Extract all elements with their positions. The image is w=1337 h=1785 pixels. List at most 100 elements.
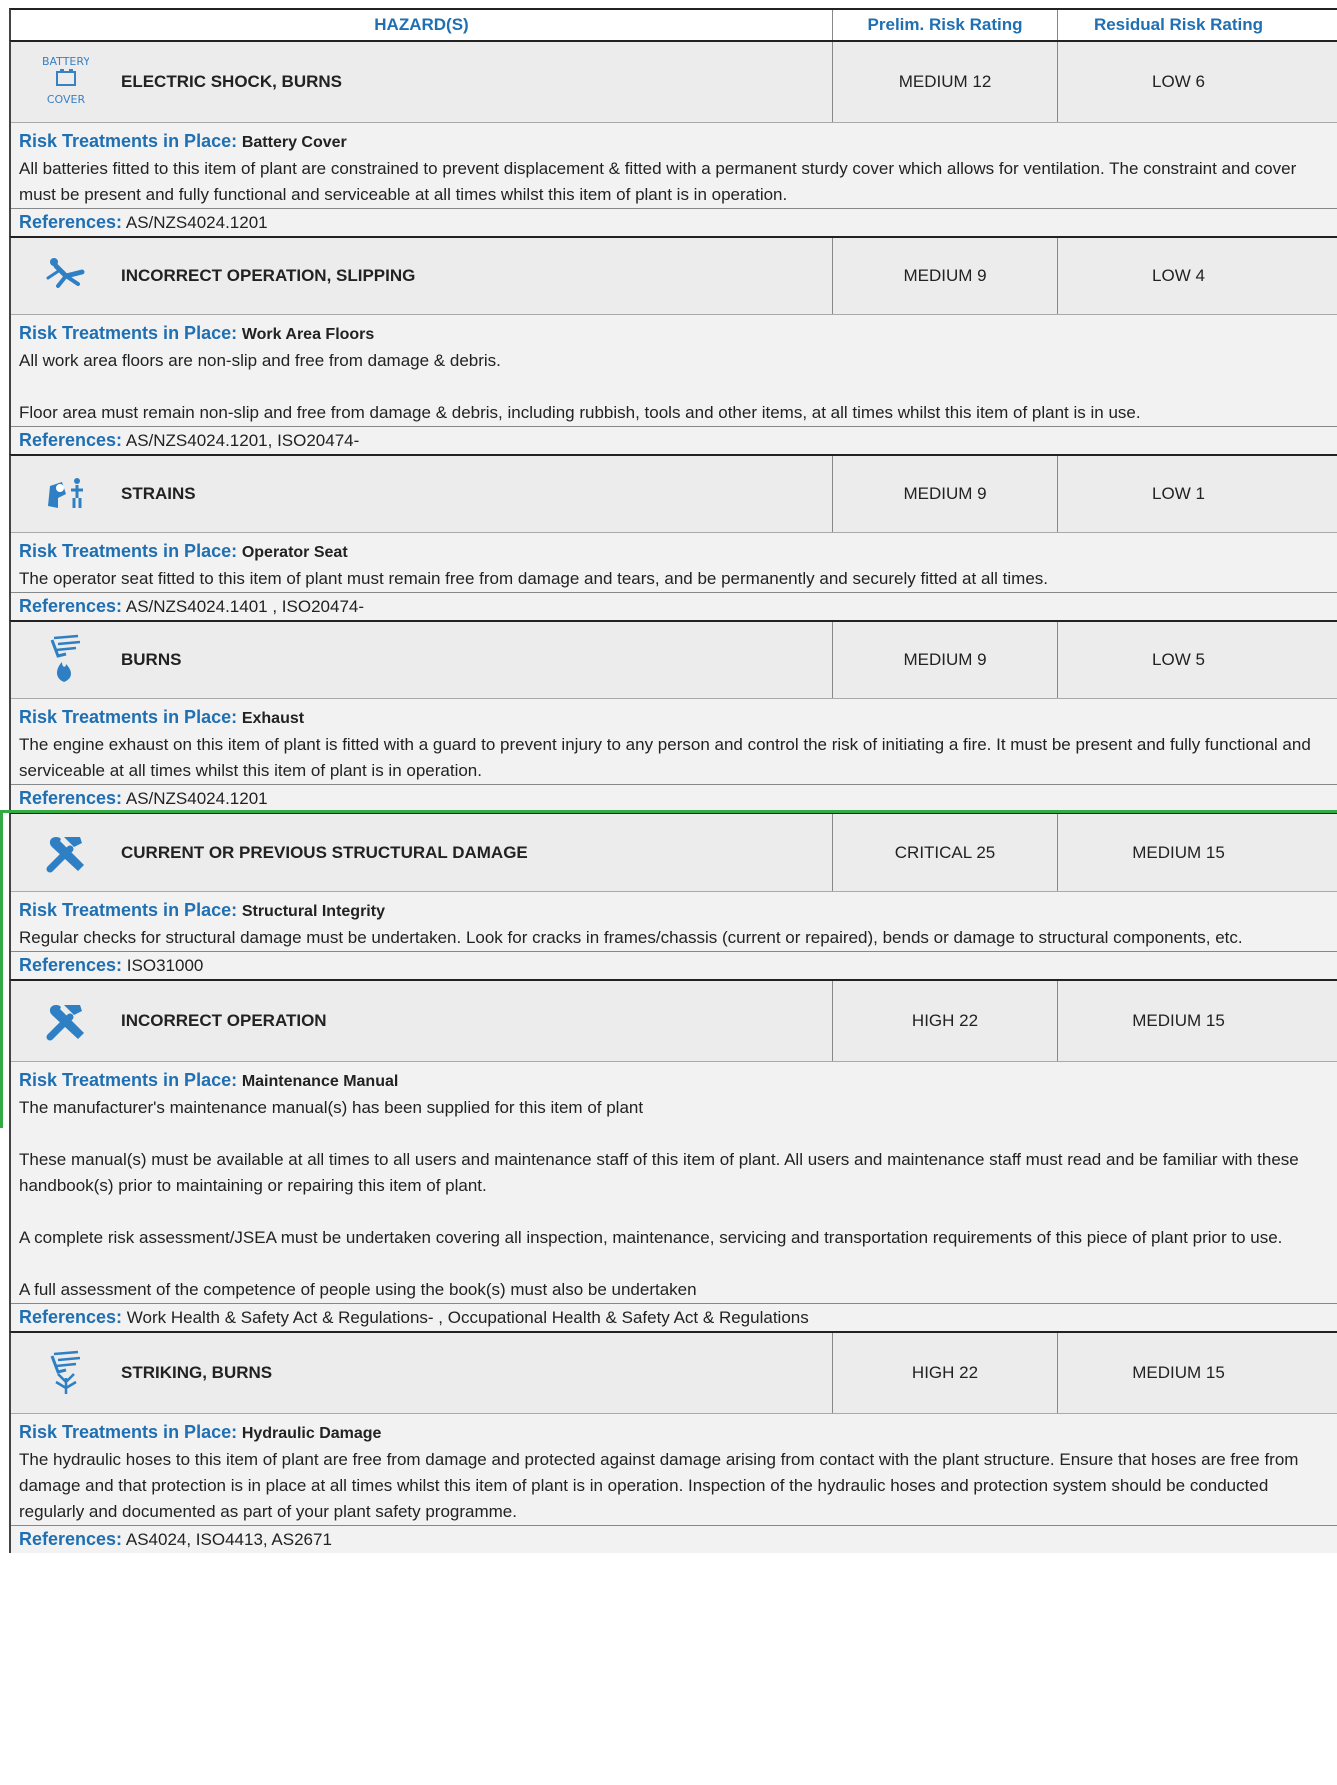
references-label: References: bbox=[19, 1529, 123, 1549]
residual-risk-rating: LOW 1 bbox=[1057, 456, 1299, 532]
hazard-row: STRIKING, BURNS HIGH 22 MEDIUM 15 bbox=[11, 1333, 1337, 1414]
references-label: References: bbox=[19, 212, 123, 232]
prelim-risk-rating: MEDIUM 9 bbox=[832, 456, 1057, 532]
header-prelim-rating: Prelim. Risk Rating bbox=[832, 10, 1057, 40]
references-value: Work Health & Safety Act & Regulations- … bbox=[126, 1308, 809, 1327]
treatment-name: Structural Integrity bbox=[241, 903, 385, 920]
strain-person-icon bbox=[11, 476, 121, 512]
residual-risk-rating: LOW 5 bbox=[1057, 622, 1299, 698]
hazard-block: STRAINS MEDIUM 9 LOW 1 Risk Treatments i… bbox=[9, 454, 1337, 620]
treatment-paragraph: Floor area must remain non-slip and free… bbox=[19, 403, 1141, 422]
hazard-block: STRIKING, BURNS HIGH 22 MEDIUM 15 Risk T… bbox=[9, 1331, 1337, 1553]
hazard-block: INCORRECT OPERATION HIGH 22 MEDIUM 15 Ri… bbox=[9, 979, 1337, 1331]
table-header: HAZARD(S) Prelim. Risk Rating Residual R… bbox=[9, 8, 1337, 40]
hand-spray-icon bbox=[11, 1350, 121, 1396]
hazard-list: BATTERY COVER ELECTRIC SHOCK, BURNS MEDI… bbox=[9, 40, 1337, 1553]
tools-icon bbox=[11, 999, 121, 1043]
treatment-label: Risk Treatments in Place: bbox=[19, 323, 238, 343]
references-value: AS/NZS4024.1201 bbox=[125, 213, 268, 232]
references-label: References: bbox=[19, 955, 123, 975]
treatment-paragraph: The engine exhaust on this item of plant… bbox=[19, 735, 1311, 780]
hazard-row: INCORRECT OPERATION, SLIPPING MEDIUM 9 L… bbox=[11, 238, 1337, 315]
treatment-name: Battery Cover bbox=[241, 134, 347, 151]
treatment-paragraph: All work area floors are non-slip and fr… bbox=[19, 351, 501, 370]
hazard-block: CURRENT OR PREVIOUS STRUCTURAL DAMAGE CR… bbox=[9, 812, 1337, 979]
treatment-paragraph: Regular checks for structural damage mus… bbox=[19, 928, 1243, 947]
treatment-paragraph: All batteries fitted to this item of pla… bbox=[19, 159, 1297, 204]
references-value: ISO31000 bbox=[126, 956, 204, 975]
highlight-border-top bbox=[0, 810, 1337, 813]
svg-text:BATTERY: BATTERY bbox=[43, 55, 89, 68]
treatment-label: Risk Treatments in Place: bbox=[19, 707, 238, 727]
references-label: References: bbox=[19, 596, 123, 616]
references: References: AS/NZS4024.1201, ISO20474- bbox=[11, 426, 1337, 454]
residual-risk-rating: LOW 6 bbox=[1057, 42, 1299, 122]
hazard-title: INCORRECT OPERATION bbox=[121, 1011, 327, 1030]
risk-treatment: Risk Treatments in Place: Battery Cover … bbox=[11, 123, 1337, 208]
treatment-label: Risk Treatments in Place: bbox=[19, 541, 238, 561]
hazard-block: BATTERY COVER ELECTRIC SHOCK, BURNS MEDI… bbox=[9, 40, 1337, 236]
highlight-border-left bbox=[0, 810, 3, 1128]
treatment-label: Risk Treatments in Place: bbox=[19, 1070, 238, 1090]
references-value: AS/NZS4024.1201 bbox=[125, 789, 268, 808]
hazard-name-cell: CURRENT OR PREVIOUS STRUCTURAL DAMAGE bbox=[11, 814, 832, 891]
residual-risk-rating: MEDIUM 15 bbox=[1057, 1333, 1299, 1413]
treatment-paragraph: The operator seat fitted to this item of… bbox=[19, 569, 1049, 588]
prelim-risk-rating: HIGH 22 bbox=[832, 981, 1057, 1061]
references-label: References: bbox=[19, 788, 123, 808]
treatment-paragraph: The manufacturer's maintenance manual(s)… bbox=[19, 1098, 644, 1117]
hazard-row: STRAINS MEDIUM 9 LOW 1 bbox=[11, 456, 1337, 533]
hazard-title: STRAINS bbox=[121, 484, 196, 503]
hazard-title: STRIKING, BURNS bbox=[121, 1363, 273, 1382]
references-value: AS4024, ISO4413, AS2671 bbox=[125, 1530, 332, 1549]
hazard-block: BURNS MEDIUM 9 LOW 5 Risk Treatments in … bbox=[9, 620, 1337, 812]
risk-treatment: Risk Treatments in Place: Operator Seat … bbox=[11, 533, 1337, 592]
tools-icon bbox=[11, 831, 121, 875]
references-value: AS/NZS4024.1201, ISO20474- bbox=[125, 431, 360, 450]
risk-treatment: Risk Treatments in Place: Maintenance Ma… bbox=[11, 1062, 1337, 1303]
treatment-name: Hydraulic Damage bbox=[241, 1425, 382, 1442]
hand-fire-icon bbox=[11, 634, 121, 686]
treatment-label: Risk Treatments in Place: bbox=[19, 900, 238, 920]
prelim-risk-rating: CRITICAL 25 bbox=[832, 814, 1057, 891]
hazard-title: BURNS bbox=[121, 650, 182, 669]
residual-risk-rating: LOW 4 bbox=[1057, 238, 1299, 314]
risk-treatment: Risk Treatments in Place: Work Area Floo… bbox=[11, 315, 1337, 426]
hazard-row: BURNS MEDIUM 9 LOW 5 bbox=[11, 622, 1337, 699]
header-hazards: HAZARD(S) bbox=[374, 15, 469, 34]
risk-treatment: Risk Treatments in Place: Hydraulic Dama… bbox=[11, 1414, 1337, 1525]
risk-treatment: Risk Treatments in Place: Structural Int… bbox=[11, 892, 1337, 951]
svg-text:COVER: COVER bbox=[47, 93, 86, 106]
treatment-paragraph: A complete risk assessment/JSEA must be … bbox=[19, 1228, 1283, 1247]
prelim-risk-rating: MEDIUM 9 bbox=[832, 238, 1057, 314]
hazard-title: CURRENT OR PREVIOUS STRUCTURAL DAMAGE bbox=[121, 842, 528, 862]
prelim-risk-rating: MEDIUM 9 bbox=[832, 622, 1057, 698]
risk-treatment: Risk Treatments in Place: Exhaust The en… bbox=[11, 699, 1337, 784]
references: References: Work Health & Safety Act & R… bbox=[11, 1303, 1337, 1331]
hazard-name-cell: STRAINS bbox=[11, 456, 832, 532]
hazard-block: INCORRECT OPERATION, SLIPPING MEDIUM 9 L… bbox=[9, 236, 1337, 454]
references-label: References: bbox=[19, 430, 123, 450]
treatment-paragraph: A full assessment of the competence of p… bbox=[19, 1280, 697, 1299]
hazard-title: ELECTRIC SHOCK, BURNS bbox=[121, 72, 343, 91]
hazard-row: BATTERY COVER ELECTRIC SHOCK, BURNS MEDI… bbox=[11, 42, 1337, 123]
treatment-name: Exhaust bbox=[241, 710, 305, 727]
treatment-paragraph: The hydraulic hoses to this item of plan… bbox=[19, 1450, 1299, 1521]
references: References: AS/NZS4024.1401 , ISO20474- bbox=[11, 592, 1337, 620]
hazard-row: INCORRECT OPERATION HIGH 22 MEDIUM 15 bbox=[11, 981, 1337, 1062]
references: References: AS4024, ISO4413, AS2671 bbox=[11, 1525, 1337, 1553]
slipping-person-icon bbox=[11, 256, 121, 296]
references: References: AS/NZS4024.1201 bbox=[11, 208, 1337, 236]
hazard-row: CURRENT OR PREVIOUS STRUCTURAL DAMAGE CR… bbox=[11, 814, 1337, 892]
prelim-risk-rating: MEDIUM 12 bbox=[832, 42, 1057, 122]
treatment-label: Risk Treatments in Place: bbox=[19, 1422, 238, 1442]
battery-cover-icon: BATTERY COVER bbox=[11, 55, 121, 109]
hazard-name-cell: BURNS bbox=[11, 622, 832, 698]
treatment-paragraph: These manual(s) must be available at all… bbox=[19, 1150, 1299, 1195]
references: References: AS/NZS4024.1201 bbox=[11, 784, 1337, 812]
residual-risk-rating: MEDIUM 15 bbox=[1057, 814, 1299, 891]
